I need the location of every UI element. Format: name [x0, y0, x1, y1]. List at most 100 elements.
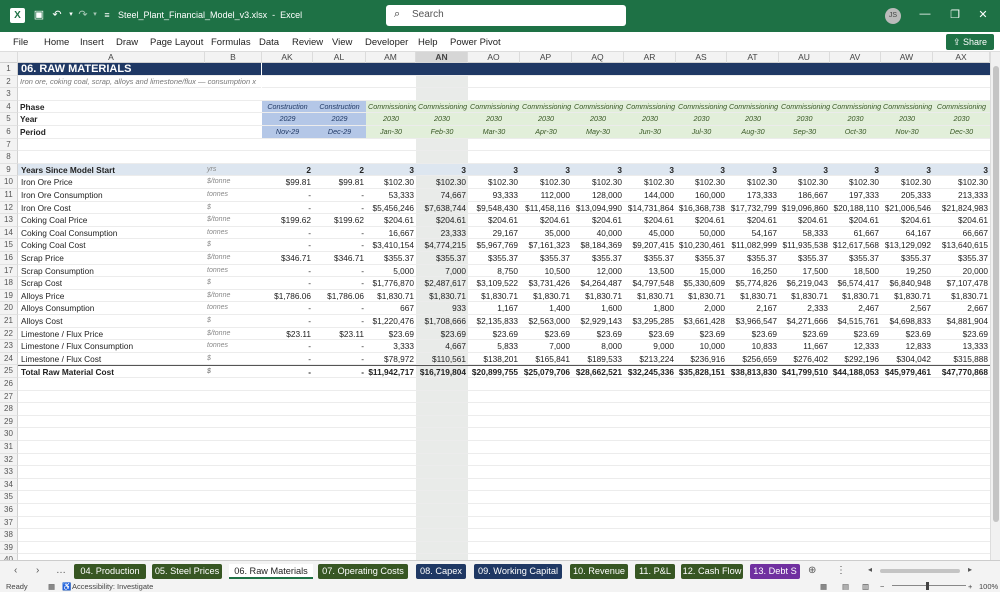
empty-cell[interactable]	[779, 151, 830, 164]
select-all-corner[interactable]	[0, 52, 18, 63]
empty-cell[interactable]	[366, 428, 416, 441]
data-cell[interactable]: $355.37	[676, 252, 727, 265]
empty-cell[interactable]	[18, 466, 205, 479]
data-cell[interactable]: $3,109,522	[468, 277, 520, 290]
data-cell[interactable]: 197,333	[830, 189, 881, 202]
sheet-tab[interactable]: 06. Raw Materials	[229, 564, 313, 579]
empty-cell[interactable]	[676, 466, 727, 479]
data-cell[interactable]: 74,667	[416, 189, 468, 202]
ribbon-tab-help[interactable]: Help	[418, 37, 438, 48]
data-cell[interactable]: 128,000	[572, 189, 624, 202]
data-cell[interactable]: -	[313, 189, 366, 202]
empty-cell[interactable]	[366, 76, 416, 89]
data-cell[interactable]: 2,167	[727, 302, 779, 315]
empty-cell[interactable]	[313, 378, 366, 391]
empty-cell[interactable]	[205, 113, 262, 126]
zoom-level[interactable]: 100%	[979, 582, 998, 591]
data-cell[interactable]: $1,830.71	[468, 290, 520, 303]
timeline-year[interactable]: 2030	[520, 113, 572, 126]
column-header-AK[interactable]: AK	[262, 52, 313, 63]
empty-cell[interactable]	[468, 491, 520, 504]
empty-cell[interactable]	[416, 441, 468, 454]
row-number[interactable]: 37	[0, 516, 18, 530]
timeline-phase[interactable]: Commissioning	[366, 100, 416, 114]
data-cell[interactable]: 3	[727, 163, 779, 177]
empty-cell[interactable]	[933, 76, 990, 89]
row-number[interactable]: 1	[0, 63, 18, 76]
empty-cell[interactable]	[468, 479, 520, 492]
empty-cell[interactable]	[313, 517, 366, 530]
data-cell[interactable]: $11,942,717	[366, 365, 416, 378]
timeline-year[interactable]: 2030	[881, 113, 933, 126]
empty-cell[interactable]	[468, 139, 520, 152]
data-cell[interactable]: $21,824,983	[933, 202, 990, 215]
data-cell[interactable]: $204.61	[572, 214, 624, 227]
empty-cell[interactable]	[572, 139, 624, 152]
empty-cell[interactable]	[18, 529, 205, 542]
data-cell[interactable]: $23.69	[520, 328, 572, 341]
empty-cell[interactable]	[830, 479, 881, 492]
timeline-period[interactable]: Oct-30	[830, 126, 881, 139]
empty-cell[interactable]	[520, 517, 572, 530]
accessibility-icon[interactable]: ♿	[62, 582, 71, 591]
data-cell[interactable]: $204.61	[830, 214, 881, 227]
empty-cell[interactable]	[205, 416, 262, 429]
empty-cell[interactable]	[779, 529, 830, 542]
empty-cell[interactable]	[468, 151, 520, 164]
empty-cell[interactable]	[18, 542, 205, 555]
empty-cell[interactable]	[468, 504, 520, 517]
empty-cell[interactable]	[676, 151, 727, 164]
data-cell[interactable]: 29,167	[468, 227, 520, 240]
data-cell[interactable]: $355.37	[624, 252, 676, 265]
data-cell[interactable]: 23,333	[416, 226, 468, 240]
timeline-phase[interactable]: Construction	[313, 100, 366, 114]
empty-cell[interactable]	[520, 151, 572, 164]
data-cell[interactable]: $355.37	[468, 252, 520, 265]
empty-cell[interactable]	[572, 416, 624, 429]
empty-cell[interactable]	[468, 76, 520, 89]
column-header-B[interactable]: B	[205, 52, 262, 63]
timeline-phase[interactable]: Commissioning	[624, 100, 676, 114]
empty-cell[interactable]	[18, 416, 205, 429]
ribbon-tab-formulas[interactable]: Formulas	[211, 37, 251, 48]
empty-cell[interactable]	[779, 428, 830, 441]
more-sheets-icon[interactable]: …	[56, 565, 66, 576]
data-cell[interactable]: -	[262, 202, 313, 215]
column-header-AN[interactable]: AN	[416, 52, 468, 63]
empty-cell[interactable]	[468, 403, 520, 416]
empty-cell[interactable]	[468, 517, 520, 530]
data-cell[interactable]: 50,000	[676, 227, 727, 240]
data-cell[interactable]: 3	[572, 163, 624, 177]
zoom-out-icon[interactable]: −	[880, 582, 884, 591]
empty-cell[interactable]	[572, 529, 624, 542]
empty-cell[interactable]	[262, 378, 313, 391]
data-cell[interactable]: 2	[262, 163, 313, 177]
empty-cell[interactable]	[262, 542, 313, 555]
column-header-AX[interactable]: AX	[933, 52, 990, 63]
data-cell[interactable]: 3	[830, 163, 881, 177]
data-cell[interactable]: $16,368,738	[676, 202, 727, 215]
empty-cell[interactable]	[520, 378, 572, 391]
row-number[interactable]: 14	[0, 226, 18, 240]
data-cell[interactable]: 12,833	[881, 340, 933, 353]
row-number[interactable]: 25	[0, 365, 18, 378]
empty-cell[interactable]	[881, 151, 933, 164]
data-cell[interactable]: $3,966,547	[727, 315, 779, 328]
data-cell[interactable]: 54,167	[727, 227, 779, 240]
data-cell[interactable]: $204.61	[416, 214, 468, 227]
empty-cell[interactable]	[727, 416, 779, 429]
row-number[interactable]: 30	[0, 428, 18, 441]
empty-cell[interactable]	[205, 491, 262, 504]
data-cell[interactable]: $165,841	[520, 353, 572, 366]
data-cell[interactable]: 205,333	[881, 189, 933, 202]
data-cell[interactable]: $102.30	[881, 176, 933, 189]
data-cell[interactable]: 1,167	[468, 302, 520, 315]
timeline-phase[interactable]: Commissioning	[727, 100, 779, 114]
empty-cell[interactable]	[830, 403, 881, 416]
data-cell[interactable]: $1,830.71	[830, 290, 881, 303]
empty-cell[interactable]	[313, 479, 366, 492]
empty-cell[interactable]	[205, 428, 262, 441]
data-cell[interactable]: $355.37	[520, 252, 572, 265]
macro-icon[interactable]: ▦	[48, 582, 55, 591]
empty-cell[interactable]	[262, 428, 313, 441]
